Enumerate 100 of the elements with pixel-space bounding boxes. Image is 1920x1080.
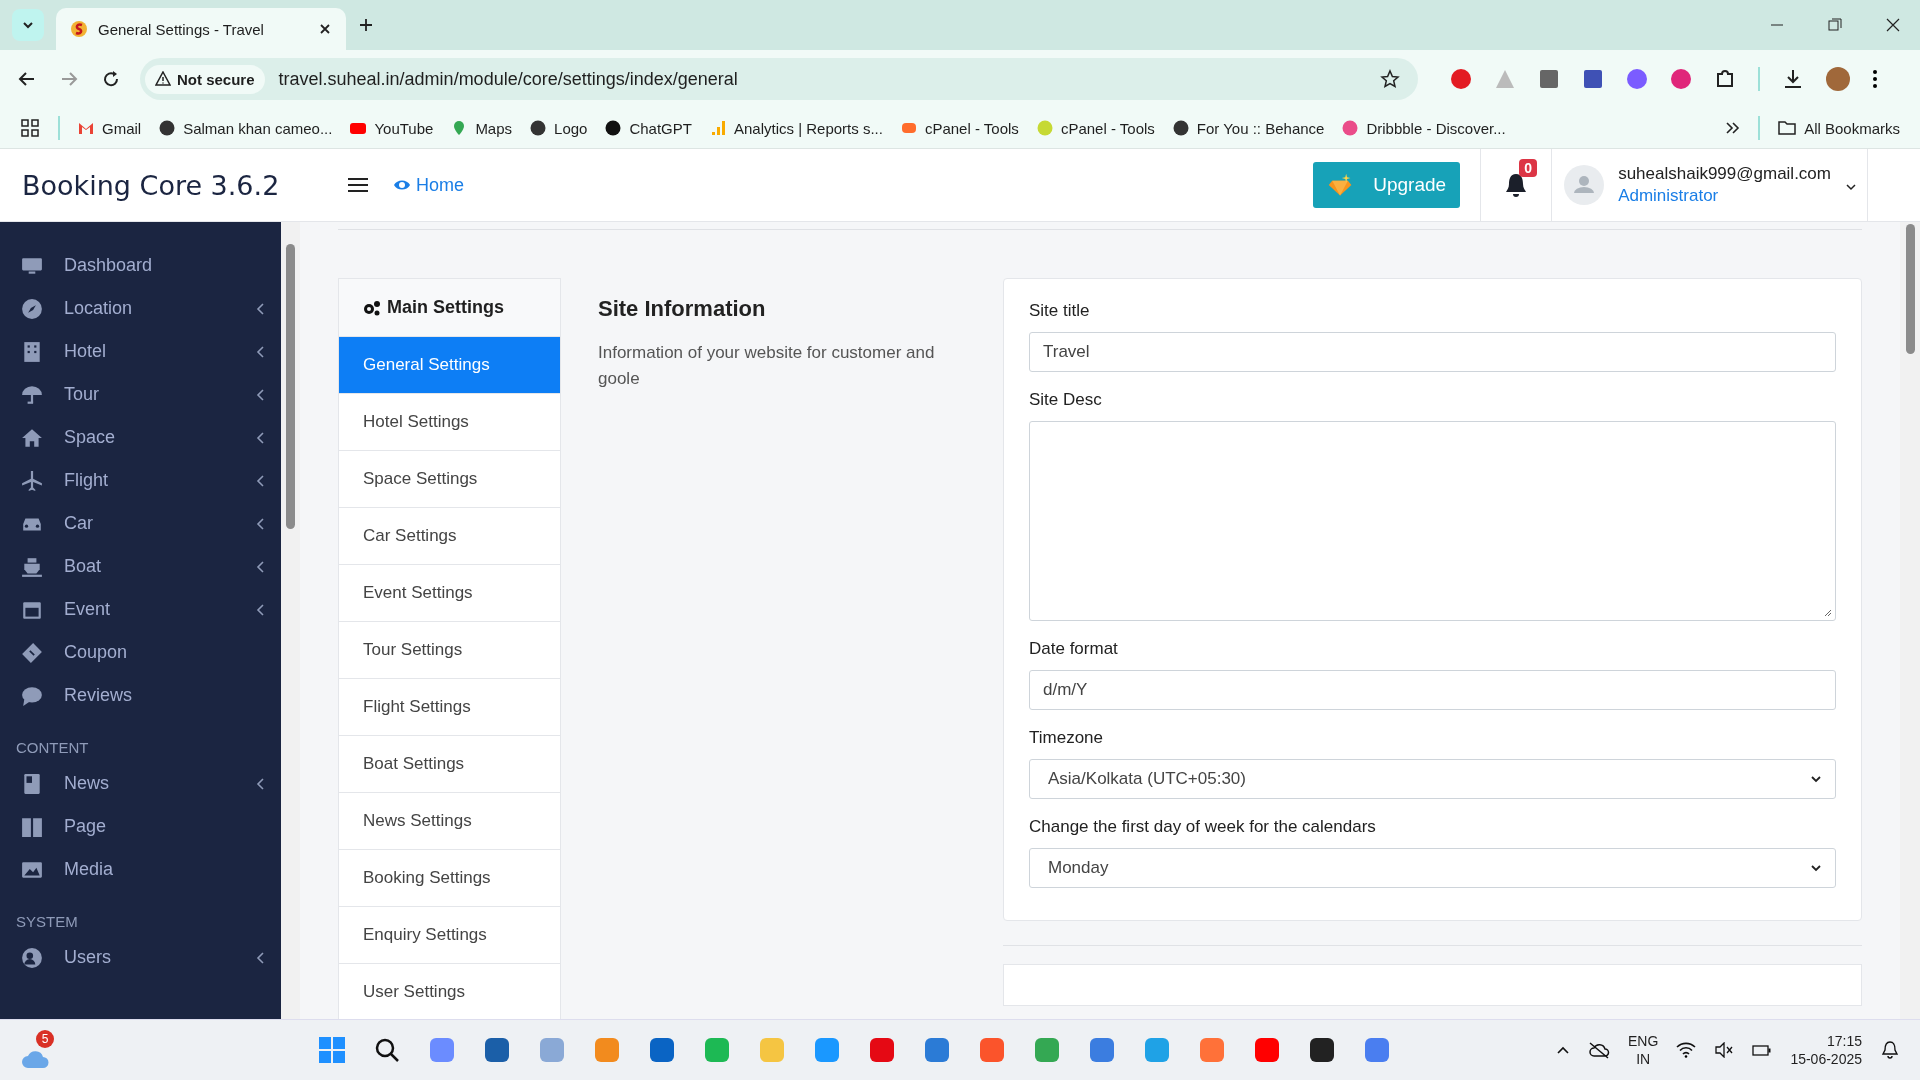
- sidebar-item[interactable]: Page: [0, 805, 281, 848]
- settings-menu-item[interactable]: Boat Settings: [339, 736, 560, 793]
- all-bookmarks-button[interactable]: All Bookmarks: [1778, 119, 1900, 137]
- sidebar-item[interactable]: Space: [0, 416, 281, 459]
- more-icon[interactable]: [1872, 69, 1878, 89]
- double-chevron-icon[interactable]: [1724, 120, 1741, 136]
- warning-icon: [155, 71, 171, 87]
- chevron-left-icon: [255, 430, 265, 445]
- tab-title: General Settings - Travel: [98, 20, 264, 38]
- security-chip[interactable]: Not secure: [145, 64, 265, 94]
- bookmark-link[interactable]: Dribbble - Discover...: [1342, 119, 1506, 137]
- menu-icon[interactable]: [347, 177, 369, 193]
- window-icon[interactable]: [1538, 68, 1560, 90]
- apps-grid-icon[interactable]: [20, 118, 40, 138]
- close-icon[interactable]: [1886, 18, 1900, 32]
- bar-chart-icon: [709, 120, 726, 136]
- select-field[interactable]: Asia/Kolkata (UTC+05:30): [1029, 759, 1836, 799]
- windows-logo-icon[interactable]: [317, 1036, 346, 1064]
- settings-menu-item[interactable]: Hotel Settings: [339, 394, 560, 451]
- text-field[interactable]: d/m/Y: [1029, 670, 1836, 710]
- bookmark-link[interactable]: For You :: Behance: [1172, 119, 1325, 137]
- browser-tab[interactable]: General Settings - Travel: [56, 8, 346, 50]
- select-field[interactable]: Monday: [1029, 848, 1836, 888]
- wifi-icon[interactable]: [1676, 1042, 1697, 1058]
- sidebar-item[interactable]: Tour: [0, 373, 281, 416]
- download-icon[interactable]: [1782, 68, 1804, 90]
- sidebar-item[interactable]: Media: [0, 848, 281, 891]
- tab-search-button[interactable]: [12, 9, 44, 41]
- sidebar-item[interactable]: Users: [0, 936, 281, 979]
- bookmark-link[interactable]: Gmail: [78, 119, 142, 137]
- settings-menu-item[interactable]: General Settings: [339, 337, 560, 394]
- chevron-left-icon: [255, 387, 265, 402]
- chevron-up-icon[interactable]: [1556, 1045, 1571, 1055]
- bookmark-link[interactable]: Salman khan cameo...: [159, 119, 333, 137]
- sidebar-item[interactable]: Flight: [0, 459, 281, 502]
- chevron-down-icon: [1810, 863, 1822, 873]
- sidebar-item[interactable]: Coupon: [0, 631, 281, 674]
- sidebar-item[interactable]: Reviews: [0, 674, 281, 717]
- scrollbar[interactable]: [281, 222, 300, 1019]
- section-title: Site Information: [598, 296, 767, 322]
- app-icon[interactable]: [1307, 1036, 1336, 1064]
- settings-menu-item[interactable]: Enquiry Settings: [339, 907, 560, 964]
- sidebar-item[interactable]: Location: [0, 287, 281, 330]
- scrollbar[interactable]: [1900, 222, 1920, 1019]
- forward-arrow-icon[interactable]: [60, 70, 78, 88]
- address-bar[interactable]: Not secure travel.suheal.in/admin/module/core/settings/index/general: [140, 58, 1418, 100]
- open-book-icon: [20, 815, 44, 838]
- profile-avatar[interactable]: [1826, 67, 1850, 91]
- field-label: Date format: [1029, 639, 1119, 659]
- settings-menu-item[interactable]: Space Settings: [339, 451, 560, 508]
- text-field[interactable]: Travel: [1029, 332, 1836, 372]
- textarea-field[interactable]: [1029, 421, 1836, 621]
- bookmark-link[interactable]: cPanel - Tools: [900, 119, 1019, 137]
- chevron-left-icon: [255, 301, 265, 316]
- restore-icon[interactable]: [1828, 18, 1842, 32]
- weather-widget[interactable]: 5: [20, 1030, 62, 1070]
- bookmark-link[interactable]: ChatGPT: [605, 119, 692, 137]
- sidebar-item[interactable]: Dashboard: [0, 244, 281, 287]
- battery-icon[interactable]: [1752, 1042, 1773, 1058]
- bookmark-link[interactable]: Logo: [530, 119, 588, 137]
- resize-grip-icon: [1824, 609, 1832, 617]
- chevron-left-icon: [255, 344, 265, 359]
- airplane-icon: [20, 469, 44, 492]
- bookmark-link[interactable]: Analytics | Reports s...: [709, 119, 883, 137]
- settings-menu-item[interactable]: Flight Settings: [339, 679, 560, 736]
- clock[interactable]: 17:15 15-06-2025: [1790, 1032, 1862, 1068]
- bell-icon[interactable]: [1504, 172, 1529, 198]
- bookmark-link[interactable]: Maps: [451, 119, 513, 137]
- home-link[interactable]: Home: [393, 174, 464, 196]
- language-indicator[interactable]: ENG IN: [1628, 1032, 1659, 1068]
- settings-menu-item[interactable]: Car Settings: [339, 508, 560, 565]
- square-icon[interactable]: [1582, 68, 1604, 90]
- settings-menu-item[interactable]: Event Settings: [339, 565, 560, 622]
- cloud-off-icon[interactable]: [1588, 1041, 1611, 1059]
- sidebar-item[interactable]: News: [0, 762, 281, 805]
- settings-menu-item[interactable]: Booking Settings: [339, 850, 560, 907]
- settings-menu-item[interactable]: Tour Settings: [339, 622, 560, 679]
- chevron-left-icon: [255, 473, 265, 488]
- sidebar-item[interactable]: Car: [0, 502, 281, 545]
- menu-heading: Main Settings: [339, 279, 560, 337]
- reload-icon[interactable]: [102, 70, 120, 88]
- sidebar-item[interactable]: Hotel: [0, 330, 281, 373]
- user-menu[interactable]: suhealshaik999@gmail.com Administrator: [1552, 149, 1868, 221]
- notification-bell-icon[interactable]: [1880, 1040, 1900, 1060]
- bookmark-link[interactable]: cPanel - Tools: [1036, 119, 1155, 137]
- speaker-muted-icon[interactable]: [1714, 1042, 1735, 1058]
- settings-menu-item[interactable]: News Settings: [339, 793, 560, 850]
- chevron-down-icon: [1845, 182, 1857, 192]
- ticket-icon: [20, 641, 44, 664]
- star-icon[interactable]: [1380, 69, 1400, 89]
- back-arrow-icon[interactable]: [18, 70, 36, 88]
- section-description: Information of your website for customer and goole: [598, 342, 936, 390]
- security-label: Not secure: [177, 70, 255, 88]
- bookmark-link[interactable]: YouTube: [350, 119, 434, 137]
- sidebar-item[interactable]: Event: [0, 588, 281, 631]
- close-icon[interactable]: [318, 22, 332, 36]
- puzzle-icon[interactable]: [1714, 68, 1736, 90]
- user-role: Administrator: [1618, 185, 1720, 207]
- sidebar-item[interactable]: Boat: [0, 545, 281, 588]
- plus-icon[interactable]: [358, 17, 374, 33]
